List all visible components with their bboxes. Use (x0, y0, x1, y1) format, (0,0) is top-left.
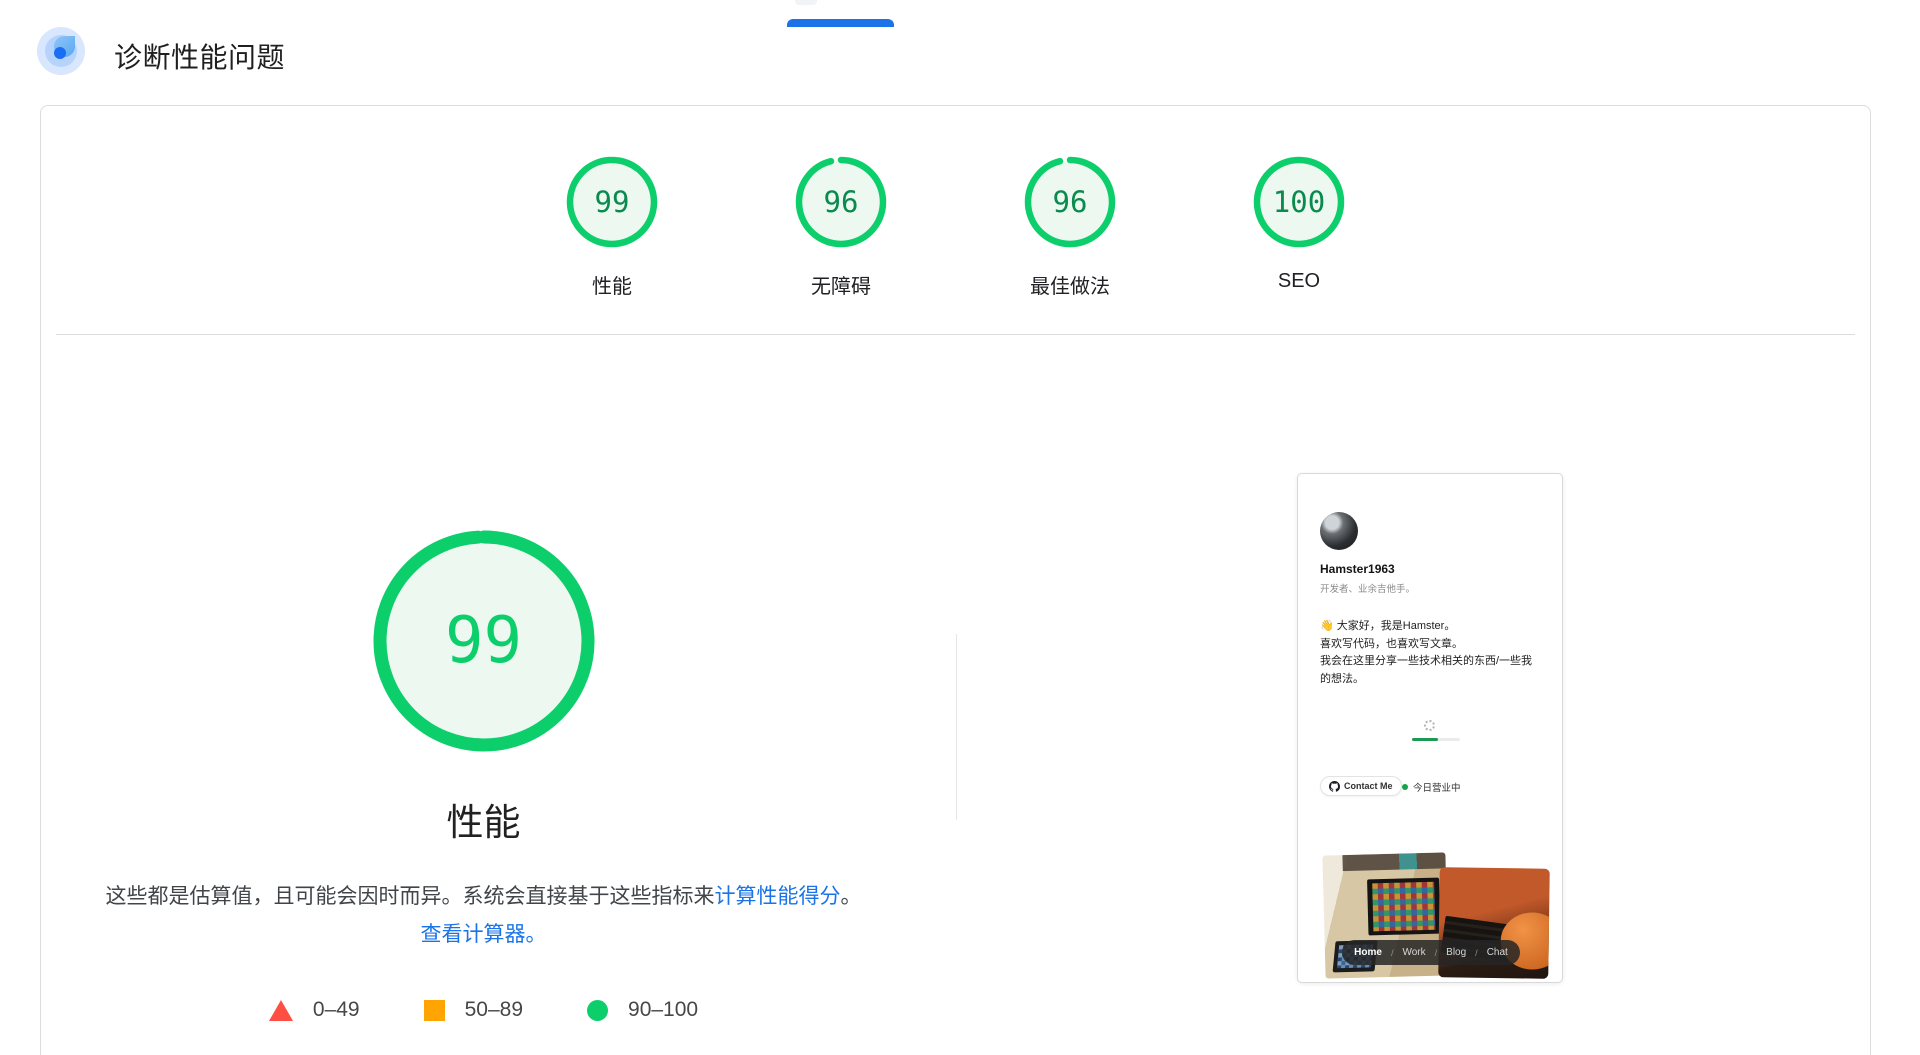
performance-score-gauge: 99 (369, 526, 599, 756)
bio-line: 喜欢写代码，也喜欢写文章。 (1320, 637, 1463, 650)
vertical-divider (956, 634, 957, 820)
section-title: 诊断性能问题 (114, 42, 286, 73)
calculator-link[interactable]: 查看计算器。 (421, 923, 547, 946)
category-performance[interactable]: 99 性能 (512, 156, 712, 299)
orange-square-icon (423, 999, 445, 1021)
score-value: 99 (594, 185, 630, 219)
shelf-area (1342, 852, 1446, 872)
category-label: 最佳做法 (1030, 276, 1110, 298)
score-value: 96 (1052, 185, 1088, 219)
nav-blog: Blog (1446, 947, 1467, 958)
nav-chat: Chat (1486, 947, 1508, 958)
score-value: 100 (1272, 185, 1326, 219)
github-icon (1329, 780, 1340, 792)
contact-button-label: Contact Me (1344, 781, 1393, 791)
horizontal-divider (56, 334, 1855, 335)
status-badge: 今日营业中 (1402, 780, 1461, 794)
page-screenshot-preview[interactable]: Hamster1963 开发者、业余吉他手。 👋 大家好，我是Hamster。 … (1297, 473, 1563, 983)
legend-item-average: 50–89 (423, 998, 524, 1022)
performance-heading: 性能 (446, 802, 521, 843)
performance-detail: 99 性能 这些都是估算值，且可能会因时而异。系统会直接基于这些指标来计算性能得… (105, 526, 862, 1022)
nav-separator: / (1390, 947, 1394, 958)
pagespeed-report-page: 诊断性能问题 99 性能 96 无障碍 96 最佳做法 100 SEO 99 性… (0, 0, 1920, 1055)
category-label: SEO (1277, 270, 1321, 292)
score-legend: 0–49 50–89 90–100 (105, 998, 862, 1022)
category-accessibility[interactable]: 96 无障碍 (741, 156, 941, 299)
score-value: 96 (823, 185, 859, 219)
loading-spinner-icon (1424, 720, 1435, 731)
legend-item-pass: 90–100 (587, 998, 698, 1022)
category-label: 性能 (592, 276, 632, 298)
legend-item-fail: 0–49 (268, 998, 360, 1022)
explanation-period: 。 (840, 885, 862, 908)
nav-home: Home (1354, 947, 1382, 958)
legend-label: 90–100 (628, 998, 699, 1021)
nav-separator: / (1434, 947, 1438, 958)
nav-work: Work (1402, 947, 1426, 958)
red-triangle-icon (268, 999, 293, 1021)
bio-line: 👋 大家好，我是Hamster。 (1320, 620, 1456, 632)
monitor-photo-wall (1367, 877, 1441, 936)
green-circle-icon (587, 999, 609, 1021)
category-label: 无障碍 (811, 276, 871, 298)
bio-line: 我会在这里分享一些技术相关的东西/一些我 (1320, 655, 1533, 667)
score-gauge: 96 (1024, 156, 1116, 248)
profile-subtitle: 开发者、业余吉他手。 (1320, 584, 1416, 595)
nav-separator: / (1475, 947, 1478, 958)
beacon-center-dot (54, 47, 66, 59)
progress-bar (1412, 738, 1460, 741)
explanation-text: 这些都是估算值，且可能会因时而异。系统会直接基于这些指标来 (105, 885, 715, 908)
legend-label: 50–89 (464, 998, 524, 1021)
score-gauge: 96 (795, 156, 887, 248)
avatar (1320, 512, 1358, 550)
contact-me-button: Contact Me (1320, 776, 1402, 796)
profile-bio: 👋 大家好，我是Hamster。 喜欢写代码，也喜欢写文章。 我会在这里分享一些… (1320, 618, 1532, 688)
profile-name: Hamster1963 (1320, 562, 1395, 576)
preview-nav-pill: Home / Work / Blog / Chat (1342, 940, 1520, 965)
tab-icon-fragment (795, 0, 817, 5)
lighthouse-beacon-icon (37, 27, 85, 75)
legend-label: 0–49 (312, 998, 360, 1021)
category-best-practices[interactable]: 96 最佳做法 (970, 156, 1170, 299)
active-tab-indicator[interactable] (787, 19, 894, 27)
category-seo[interactable]: 100 SEO (1199, 156, 1399, 293)
score-explanation: 这些都是估算值，且可能会因时而异。系统会直接基于这些指标来计算性能得分。查看计算… (105, 878, 862, 954)
scoring-link[interactable]: 计算性能得分 (715, 885, 841, 908)
status-label: 今日营业中 (1413, 783, 1461, 794)
report-card: 99 性能 96 无障碍 96 最佳做法 100 SEO 99 性能 这些都是估… (40, 105, 1871, 1055)
score-gauge: 99 (566, 156, 658, 248)
bio-line: 的想法。 (1320, 672, 1364, 685)
progress-bar-fill (1412, 738, 1439, 741)
performance-score-value: 99 (444, 604, 523, 678)
score-gauge: 100 (1253, 156, 1345, 248)
green-status-dot-icon (1402, 784, 1408, 790)
